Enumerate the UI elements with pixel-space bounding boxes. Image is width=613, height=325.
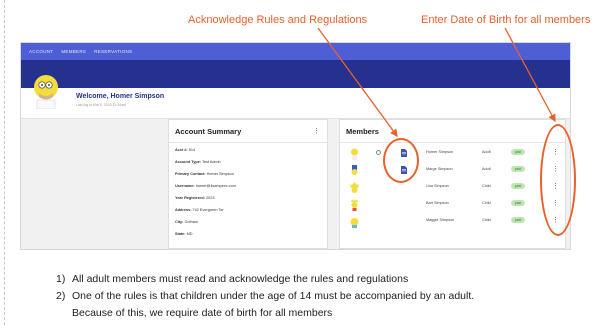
status-badge: paid [511,166,525,172]
members-card: Members Homer Simpson Adult paid ⋮ Marge… [339,119,566,249]
member-row[interactable]: Lisa Simpson Child paid ⋮ [340,181,565,195]
highlight-ellipse-member-options [540,124,576,236]
member-avatar [351,199,358,211]
acct-row: Address: 742 Evergreen Ter [175,208,224,212]
acct-row: Account Type: Test Admin [175,160,221,164]
acct-row: Acct #: 514 [175,148,196,152]
divider [169,142,327,143]
member-type: Child [482,184,491,188]
acct-row: Year Registered: 2023 [175,196,215,200]
note-item: 2) One of the rules is that children unde… [56,290,475,302]
tab-reservations[interactable]: RESERVATIONS [94,49,132,54]
callout-acknowledge-rules: Acknowledge Rules and Regulations [188,14,368,26]
callout-date-of-birth: Enter Date of Birth for all members [421,14,591,26]
card-menu-icon[interactable]: ⋮ [313,127,320,135]
status-badge: paid [511,200,525,206]
tab-members[interactable]: MEMBERS [61,49,86,54]
highlight-ellipse-rules-documents [383,138,419,183]
acct-row: Primary Contact: Homer Simpson [175,172,234,176]
app-screenshot: ACCOUNT MEMBERS RESERVATIONS Welcome, Ho… [20,42,571,250]
member-avatar [350,182,359,193]
member-type: Child [482,218,491,222]
status-badge: paid [511,183,525,189]
members-title: Members [346,127,379,136]
acct-row: City: Gotham [175,220,199,224]
page-margin-line [4,0,5,325]
member-name: Homer Simpson [426,150,454,154]
welcome-heading: Welcome, Homer Simpson [76,93,165,100]
header-banner [21,60,570,88]
status-badge: paid [511,149,525,155]
last-login-text: Last log in Mar 5, 2023 11:34am [76,103,126,107]
acct-row: Username: homer@4sampexx.com [175,184,236,188]
member-type: Adult [482,167,491,171]
member-avatar [351,165,358,175]
member-row[interactable]: Marge Simpson Adult paid ⋮ [340,164,565,178]
avatar [34,75,58,109]
acct-row: State: MD [175,232,193,236]
member-type: Child [482,201,491,205]
top-nav: ACCOUNT MEMBERS RESERVATIONS [21,43,570,60]
member-name: Lisa Simpson [426,184,449,188]
account-summary-card: Account Summary ⋮ Acct #: 514 Account Ty… [168,119,328,249]
member-row[interactable]: Homer Simpson Adult paid ⋮ [340,147,565,161]
member-name: Maggie Simpson [426,218,455,222]
member-row[interactable]: Bart Simpson Child paid ⋮ [340,198,565,212]
member-row[interactable]: Maggie Simpson Child paid ⋮ [340,215,565,229]
member-name: Marge Simpson [426,167,453,171]
note-item: Because of this, we require date of birt… [72,307,333,319]
status-badge: paid [511,217,525,223]
member-name: Bart Simpson [426,201,449,205]
note-item: 1) All adult members must read and acknow… [56,273,409,285]
member-avatar [351,148,358,160]
divider [340,142,565,143]
acknowledged-check-icon [376,150,381,155]
member-avatar [350,218,359,228]
tab-account[interactable]: ACCOUNT [29,49,53,54]
member-type: Adult [482,150,491,154]
account-summary-title: Account Summary [175,127,242,136]
